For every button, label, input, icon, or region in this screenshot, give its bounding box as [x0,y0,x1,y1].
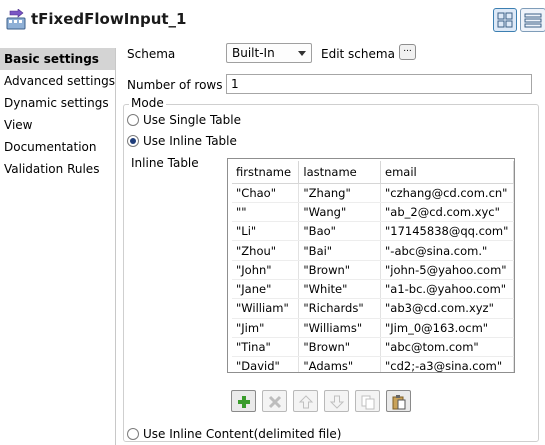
number-of-rows-value: 1 [231,77,239,91]
copy-icon [361,395,375,410]
move-up-button[interactable] [293,390,318,412]
table-cell[interactable]: "cd2;-a3@sina.com" [380,356,514,372]
component-header: tFixedFlowInput_1 [0,0,545,42]
sidebar-item-dynamic-settings[interactable]: Dynamic settings [0,92,115,114]
component-title: tFixedFlowInput_1 [31,10,187,28]
table-cell[interactable]: "John" [232,260,300,280]
table-toolbar [231,390,411,412]
table-row[interactable]: "" "Wang" "ab_2@cd.com.xyc" [232,202,514,223]
table-row[interactable]: "Chao" "Zhang" "czhang@cd.com.cn" [232,183,514,203]
move-down-icon [329,395,345,409]
inline-table-label: Inline Table [131,156,199,170]
table-cell[interactable]: "Bai" [298,240,381,261]
column-header-lastname[interactable]: lastname [298,161,381,184]
sidebar-item-validation-rules[interactable]: Validation Rules [0,158,115,180]
sidebar-item-documentation[interactable]: Documentation [0,136,115,158]
table-cell[interactable]: "17145838@qq.com" [380,221,514,242]
copy-button[interactable] [355,390,380,412]
sidebar-item-view[interactable]: View [0,114,115,136]
use-single-table-label: Use Single Table [143,113,241,127]
inline-table[interactable]: firstname lastname email "Chao" "Zhang" "c… [227,158,515,373]
table-row[interactable]: "Jane" "White" "a1-bc.@yahoo.com" [232,279,514,300]
table-cell[interactable]: "abc@tom.com" [380,337,514,358]
use-inline-table-option[interactable]: Use Inline Table [127,133,237,149]
delete-row-button[interactable] [262,390,287,412]
paste-button[interactable] [386,390,411,412]
sidebar-item-basic-settings[interactable]: Basic settings [0,48,115,70]
table-row[interactable]: "Li" "Bao" "17145838@qq.com" [232,221,514,242]
table-row[interactable]: "Zhou" "Bai" "-abc@sina.com." [232,240,514,261]
move-up-icon [298,395,314,409]
table-cell[interactable]: "Williams" [298,318,381,338]
list-view-icon [524,13,542,28]
table-row[interactable]: "David" "Adams" "cd2;-a3@sina.com" [232,356,514,372]
edit-schema-button[interactable]: ... [399,44,416,60]
table-cell[interactable]: "Richards" [298,298,381,319]
move-down-button[interactable] [324,390,349,412]
inline-table-grid: firstname lastname email "Chao" "Zhang" "c… [232,161,514,372]
schema-select-value: Built-In [232,46,275,60]
table-cell[interactable]: "a1-bc.@yahoo.com" [380,279,514,300]
table-cell[interactable]: "White" [298,279,381,300]
table-cell[interactable]: "David" [232,356,300,372]
sidebar-item-advanced-settings[interactable]: Advanced settings [0,70,115,92]
edit-schema-label: Edit schema [321,47,395,61]
radio-use-inline-table[interactable] [127,135,139,147]
table-cell[interactable]: "Adams" [298,356,381,372]
table-cell[interactable]: "Zhang" [298,183,381,203]
component-flow-icon [6,8,26,31]
mode-legend: Mode [129,96,166,110]
use-inline-content-option[interactable]: Use Inline Content(delimited file) [127,426,341,442]
table-row[interactable]: "William" "Richards" "ab3@cd.com.xyz" [232,298,514,319]
table-cell[interactable]: "Bao" [298,221,381,242]
table-cell[interactable]: "Jane" [232,279,300,300]
use-inline-content-label: Use Inline Content(delimited file) [143,427,342,441]
table-row[interactable]: "Jim" "Williams" "Jim_0@163.ocm" [232,318,514,338]
radio-use-single-table[interactable] [127,114,139,126]
radio-use-inline-content[interactable] [127,428,139,440]
table-cell[interactable]: "Chao" [232,183,300,203]
table-cell[interactable]: "Tina" [232,337,300,358]
list-view-button[interactable] [520,8,545,32]
grid-view-button[interactable] [493,8,517,32]
table-cell[interactable]: "Jim" [232,318,300,338]
add-row-icon [238,396,250,408]
table-cell[interactable]: "-abc@sina.com." [380,240,514,261]
delete-row-icon [268,395,282,409]
column-header-email[interactable]: email [380,161,514,184]
table-cell[interactable]: "Zhou" [232,240,300,261]
table-cell[interactable]: "Brown" [298,260,381,280]
schema-label: Schema [127,47,176,61]
paste-icon [392,395,406,410]
number-of-rows-input[interactable]: 1 [226,74,532,94]
use-inline-table-label: Use Inline Table [143,134,237,148]
table-row[interactable]: "Tina" "Brown" "abc@tom.com" [232,337,514,358]
add-row-button[interactable] [231,390,256,412]
table-cell[interactable]: "Jim_0@163.ocm" [380,318,514,338]
table-cell[interactable]: "Brown" [298,337,381,358]
table-row[interactable]: "John" "Brown" "john-5@yahoo.com" [232,260,514,280]
table-cell[interactable]: "" [232,202,300,223]
table-header-row: firstname lastname email [232,161,514,184]
table-cell[interactable]: "Wang" [298,202,381,223]
table-cell[interactable]: "ab3@cd.com.xyz" [380,298,514,319]
schema-select[interactable]: Built-In [226,43,312,63]
basic-settings-panel: Schema Built-In Edit schema ... Number o… [117,42,545,445]
settings-sidebar: Basic settings Advanced settings Dynamic… [0,48,116,445]
table-cell[interactable]: "czhang@cd.com.cn" [380,183,514,203]
table-cell[interactable]: "ab_2@cd.com.xyc" [380,202,514,223]
table-cell[interactable]: "Li" [232,221,300,242]
table-cell[interactable]: "john-5@yahoo.com" [380,260,514,280]
table-cell[interactable]: "William" [232,298,300,319]
column-header-firstname[interactable]: firstname [232,161,300,184]
grid-view-icon [497,12,513,28]
number-of-rows-label: Number of rows [127,78,223,92]
use-single-table-option[interactable]: Use Single Table [127,112,241,128]
chevron-down-icon [298,51,306,56]
